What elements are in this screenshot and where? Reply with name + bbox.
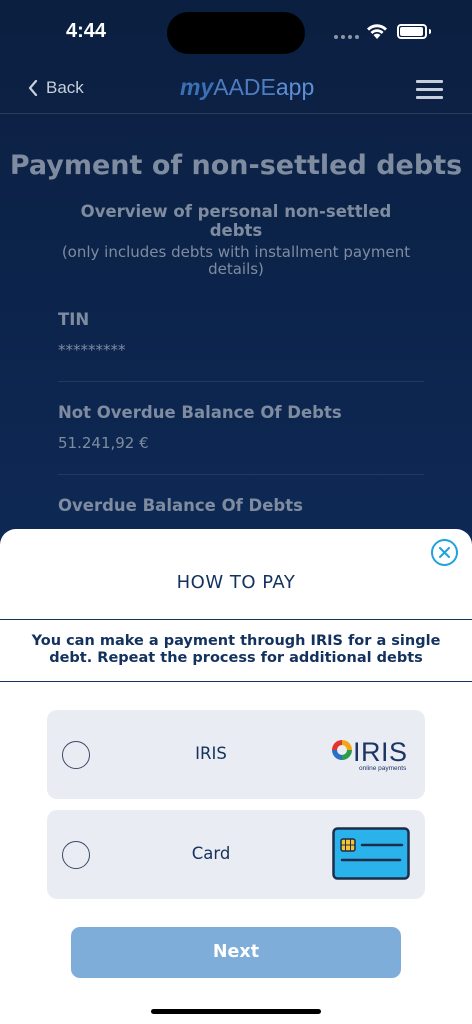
battery-cap [429, 29, 431, 34]
field-label: TIN [58, 310, 90, 329]
home-indicator [151, 1009, 321, 1014]
wifi-icon [367, 24, 387, 39]
iris-ring-icon [332, 740, 352, 760]
hamburger-menu-icon[interactable] [416, 80, 443, 100]
overview-subtitle: (only includes debts with installment pa… [61, 243, 411, 278]
nav-bar: Back myAADEapp [0, 64, 472, 114]
close-icon [439, 547, 450, 558]
close-button[interactable] [431, 539, 458, 566]
sheet-title: HOW TO PAY [176, 572, 296, 593]
field-tin: TIN ********* [58, 310, 424, 382]
overview-title: Overview of personal non-settled debts [80, 202, 392, 240]
back-button[interactable]: Back [28, 78, 84, 98]
back-label: Back [46, 78, 84, 97]
divider [0, 619, 472, 620]
option-card[interactable]: Card [47, 810, 425, 899]
status-time: 4:44 [66, 20, 107, 42]
app-logo: myAADEapp [180, 74, 315, 100]
option-iris[interactable]: IRIS IRIS online payments [47, 710, 425, 799]
field-label: Overdue Balance Of Debts [58, 496, 303, 515]
next-button[interactable]: Next [71, 927, 401, 978]
field-value: 51.241,92 € [58, 434, 149, 452]
iris-logo-text: IRIS [353, 737, 408, 767]
iris-logo-icon: IRIS online payments [331, 737, 408, 772]
status-bar: 4:44 [0, 0, 472, 64]
card-radio[interactable] [62, 841, 90, 869]
dynamic-island [167, 12, 305, 54]
cellular-signal-icon [334, 35, 359, 39]
field-value: ********* [58, 341, 126, 359]
iris-radio[interactable] [62, 741, 90, 769]
option-label: Card [191, 844, 231, 863]
battery-icon [397, 24, 427, 39]
credit-card-icon [332, 827, 410, 880]
option-label: IRIS [195, 744, 227, 763]
divider [0, 681, 472, 682]
payment-notice: You can make a payment through IRIS for … [31, 633, 441, 666]
field-not-overdue-balance: Not Overdue Balance Of Debts 51.241,92 € [58, 403, 424, 475]
chevron-left-icon [28, 80, 38, 96]
how-to-pay-sheet: HOW TO PAY You can make a payment throug… [0, 529, 472, 1024]
page-title: Payment of non-settled debts [9, 150, 463, 181]
iris-logo-subtext: online payments [359, 765, 407, 772]
field-label: Not Overdue Balance Of Debts [58, 403, 342, 422]
